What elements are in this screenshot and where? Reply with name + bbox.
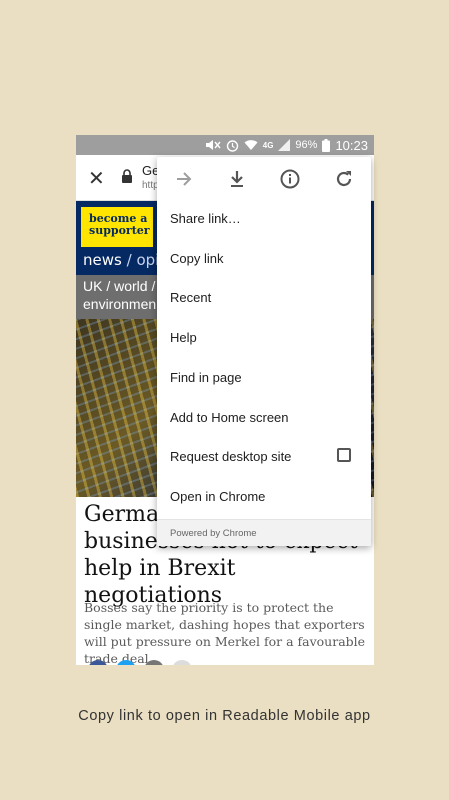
alarm-icon xyxy=(226,139,238,152)
menu-open-in-chrome[interactable]: Open in Chrome xyxy=(170,489,265,504)
info-icon[interactable] xyxy=(278,167,302,191)
refresh-icon[interactable] xyxy=(332,167,356,191)
email-icon[interactable] xyxy=(144,660,164,665)
primary-nav: news / opin xyxy=(83,251,169,269)
menu-find-in-page[interactable]: Find in page xyxy=(170,370,242,385)
secondary-nav: UK / world / environmen xyxy=(83,278,157,312)
nav-world[interactable]: world xyxy=(114,278,147,294)
download-icon[interactable] xyxy=(225,167,249,191)
lock-icon xyxy=(122,169,132,183)
twitter-icon[interactable] xyxy=(116,660,136,665)
menu-copy-link[interactable]: Copy link xyxy=(170,251,223,266)
clock: 10:23 xyxy=(335,137,368,153)
share-buttons xyxy=(88,660,192,665)
article-standfirst: Bosses say the priority is to protect th… xyxy=(84,600,366,665)
battery-percent: 96% xyxy=(295,139,318,151)
nav-uk[interactable]: UK xyxy=(83,278,102,294)
menu-recent[interactable]: Recent xyxy=(170,290,211,305)
menu-help[interactable]: Help xyxy=(170,330,197,345)
battery-icon xyxy=(322,138,331,152)
mute-icon xyxy=(205,140,221,150)
nav-environment[interactable]: environmen xyxy=(83,296,156,312)
network-type: 4G xyxy=(262,140,274,150)
facebook-icon[interactable] xyxy=(88,660,108,665)
menu-footer: Powered by Chrome xyxy=(157,519,371,546)
overflow-menu: Share link… Copy link Recent Help Find i… xyxy=(157,157,371,546)
menu-request-desktop-site[interactable]: Request desktop site xyxy=(170,449,291,464)
signal-icon xyxy=(278,139,291,151)
more-share-icon[interactable] xyxy=(172,660,192,665)
request-desktop-checkbox[interactable] xyxy=(337,448,351,462)
promo-caption: Copy link to open in Readable Mobile app xyxy=(78,708,371,724)
close-icon[interactable]: ✕ xyxy=(88,166,105,191)
menu-share-link[interactable]: Share link… xyxy=(170,211,241,226)
wifi-icon xyxy=(244,140,258,150)
nav-news[interactable]: news xyxy=(83,251,122,269)
menu-icon-row xyxy=(157,157,371,200)
status-bar: 4G 96% 10:23 xyxy=(76,135,374,155)
become-supporter-badge[interactable]: become a supporter xyxy=(81,207,153,247)
powered-by-label: Powered by Chrome xyxy=(170,528,257,539)
forward-icon[interactable] xyxy=(172,167,196,191)
menu-add-to-home-screen[interactable]: Add to Home screen xyxy=(170,410,289,425)
